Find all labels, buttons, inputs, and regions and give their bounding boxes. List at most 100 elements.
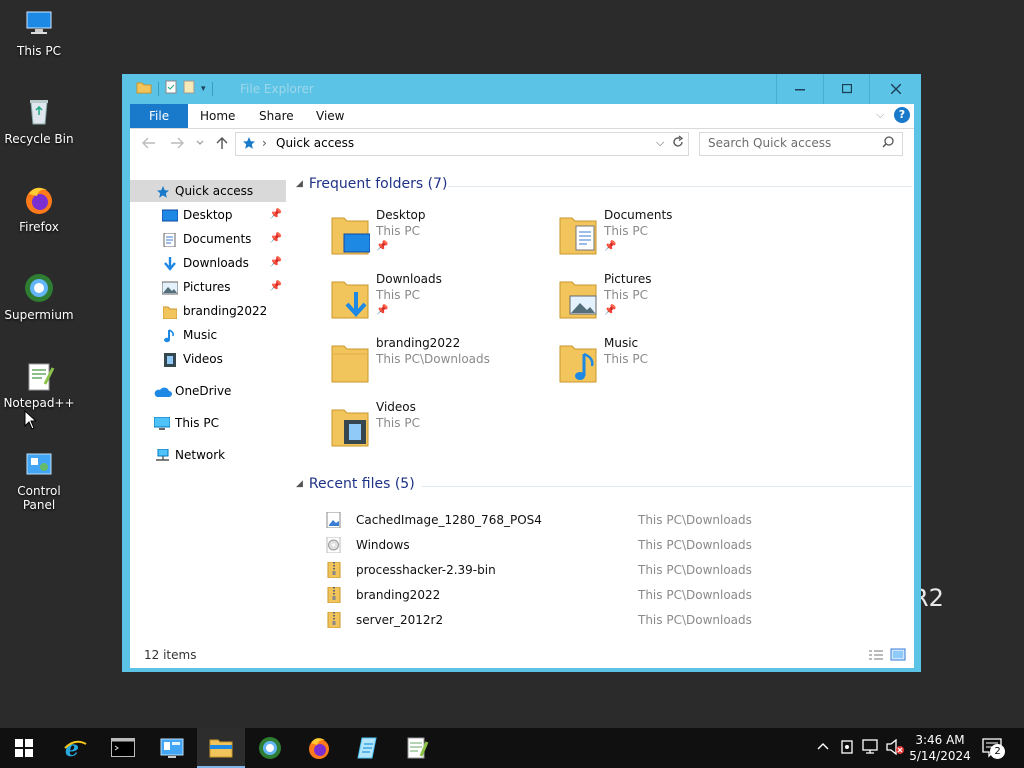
file-location: This PC\Downloads <box>638 613 752 627</box>
minimize-button[interactable] <box>776 74 823 104</box>
title-bar[interactable]: ▾ File Explorer <box>122 74 921 104</box>
pin-icon: 📌 <box>269 281 282 292</box>
taskbar-command-prompt[interactable] <box>99 728 147 768</box>
address-dropdown-chevron-icon[interactable]: ⌵ <box>656 136 664 150</box>
address-bar[interactable]: › Quick access ⌵ <box>235 132 689 156</box>
breadcrumb-chevron-icon[interactable]: › <box>262 136 267 150</box>
folder-name: Documents <box>604 208 673 222</box>
close-button[interactable] <box>869 74 922 104</box>
desktop-icon-recycle-bin[interactable]: Recycle Bin <box>0 96 78 146</box>
nav-item-documents[interactable]: Documents 📌 <box>130 228 286 250</box>
music-note-icon <box>163 328 179 343</box>
search-icon[interactable] <box>882 136 894 151</box>
folder-tile-branding2022[interactable]: branding2022 This PC\Downloads <box>330 336 550 392</box>
desktop-icon-notepadpp[interactable]: Notepad++ <box>0 360 78 410</box>
properties-icon[interactable] <box>165 80 177 97</box>
collapse-triangle-icon[interactable]: ◢ <box>296 179 303 189</box>
desktop-icon-control-panel[interactable]: Control Panel <box>0 448 78 512</box>
tab-home[interactable]: Home <box>186 104 249 128</box>
network-icon <box>154 448 170 462</box>
back-arrow-icon[interactable] <box>142 137 156 153</box>
folder-tile-pictures[interactable]: Pictures This PC 📌 <box>558 272 778 328</box>
maximize-button[interactable] <box>823 74 870 104</box>
folder-tile-downloads[interactable]: Downloads This PC 📌 <box>330 272 550 328</box>
folder-tile-videos[interactable]: Videos This PC <box>330 400 550 456</box>
search-box[interactable]: Search Quick access <box>699 132 903 156</box>
taskbar-server-manager[interactable] <box>148 728 196 768</box>
notifications-button[interactable]: 2 <box>982 738 1005 761</box>
file-location: This PC\Downloads <box>638 513 752 527</box>
window-title: File Explorer <box>240 82 314 96</box>
nav-item-network[interactable]: Network <box>130 444 286 466</box>
firefox-icon <box>309 738 329 759</box>
refresh-icon[interactable] <box>672 135 684 152</box>
tab-view[interactable]: View <box>302 104 358 128</box>
desktop-icon-supermium[interactable]: Supermium <box>0 272 78 322</box>
volume-muted-tray-icon[interactable] <box>886 738 904 759</box>
up-arrow-icon[interactable] <box>216 136 228 154</box>
taskbar-firefox[interactable] <box>295 728 343 768</box>
close-icon <box>891 84 901 94</box>
nav-item-desktop[interactable]: Desktop 📌 <box>130 204 286 226</box>
frequent-folders-header[interactable]: ◢ Frequent folders (7) <box>296 176 447 192</box>
recent-file-row[interactable]: CachedImage_1280_768_POS4 This PC\Downlo… <box>326 509 886 531</box>
nav-item-label: Documents <box>183 232 252 246</box>
nav-item-videos[interactable]: Videos <box>130 348 286 370</box>
nav-item-downloads[interactable]: Downloads 📌 <box>130 252 286 274</box>
clock-date: 5/14/2024 <box>909 749 971 763</box>
help-icon[interactable]: ? <box>894 107 910 123</box>
details-view-icon[interactable] <box>868 649 884 664</box>
recent-file-row[interactable]: Windows This PC\Downloads <box>326 534 886 556</box>
nav-item-onedrive[interactable]: OneDrive <box>130 380 286 402</box>
show-hidden-icons-chevron-icon[interactable] <box>817 740 829 755</box>
recent-file-row[interactable]: processhacker-2.39-bin This PC\Downloads <box>326 559 886 581</box>
desktop-icon-firefox[interactable]: Firefox <box>0 184 78 234</box>
taskbar-notepadpp[interactable] <box>393 728 441 768</box>
recent-files-header[interactable]: ◢ Recent files (5) <box>296 476 415 492</box>
forward-arrow-icon[interactable] <box>170 137 184 153</box>
group-title: Recent files (5) <box>308 476 415 492</box>
start-icon <box>15 739 33 757</box>
nav-item-this-pc[interactable]: This PC <box>130 412 286 434</box>
taskbar-file-explorer[interactable] <box>197 728 245 768</box>
recent-file-row[interactable]: branding2022 This PC\Downloads <box>326 584 886 606</box>
expand-ribbon-chevron-icon[interactable]: ⌵ <box>876 108 884 122</box>
nav-item-branding2022[interactable]: branding2022 <box>130 300 286 322</box>
network-tray-icon[interactable] <box>862 739 880 759</box>
nav-item-music[interactable]: Music <box>130 324 286 346</box>
action-center-tray-icon[interactable] <box>840 739 854 759</box>
server-manager-icon <box>160 738 184 758</box>
new-folder-icon[interactable] <box>183 80 195 97</box>
nav-item-pictures[interactable]: Pictures 📌 <box>130 276 286 298</box>
address-path[interactable]: Quick access <box>276 136 354 150</box>
recent-file-row[interactable]: server_2012r2 This PC\Downloads <box>326 609 886 631</box>
explorer-body: File Home Share View ⌵ ? › Quick access <box>130 104 914 668</box>
folder-name: Music <box>604 336 639 350</box>
recent-locations-chevron-icon[interactable] <box>196 137 204 153</box>
search-input[interactable]: Search Quick access <box>708 136 831 150</box>
tab-share[interactable]: Share <box>245 104 308 128</box>
control-panel-icon <box>23 448 55 480</box>
nav-item-quick-access[interactable]: Quick access <box>130 180 286 202</box>
notification-count-badge: 2 <box>990 744 1005 759</box>
collapse-triangle-icon[interactable]: ◢ <box>296 479 303 489</box>
taskbar-notepad[interactable] <box>344 728 392 768</box>
large-icons-view-icon[interactable] <box>890 648 906 665</box>
taskbar-supermium[interactable] <box>246 728 294 768</box>
nav-item-label: branding2022 <box>183 304 268 318</box>
nav-item-label: Pictures <box>183 280 231 294</box>
supermium-icon <box>259 737 281 759</box>
pin-icon: 📌 <box>269 257 282 268</box>
folder-tile-documents[interactable]: Documents This PC 📌 <box>558 208 778 264</box>
ribbon-tabs: File Home Share View ⌵ ? <box>130 104 914 129</box>
folder-tile-desktop[interactable]: Desktop This PC 📌 <box>330 208 550 264</box>
start-button[interactable] <box>0 728 48 768</box>
desktop-icon-this-pc[interactable]: This PC <box>0 8 78 58</box>
taskbar-clock[interactable]: 3:46 AM 5/14/2024 <box>904 732 976 764</box>
customize-toolbar-chevron-icon[interactable]: ▾ <box>201 84 206 94</box>
folder-location: This PC <box>376 416 420 430</box>
pictures-icon <box>161 280 179 295</box>
folder-tile-music[interactable]: Music This PC <box>558 336 778 392</box>
taskbar-internet-explorer[interactable]: e <box>51 728 99 768</box>
tab-file[interactable]: File <box>130 104 189 128</box>
